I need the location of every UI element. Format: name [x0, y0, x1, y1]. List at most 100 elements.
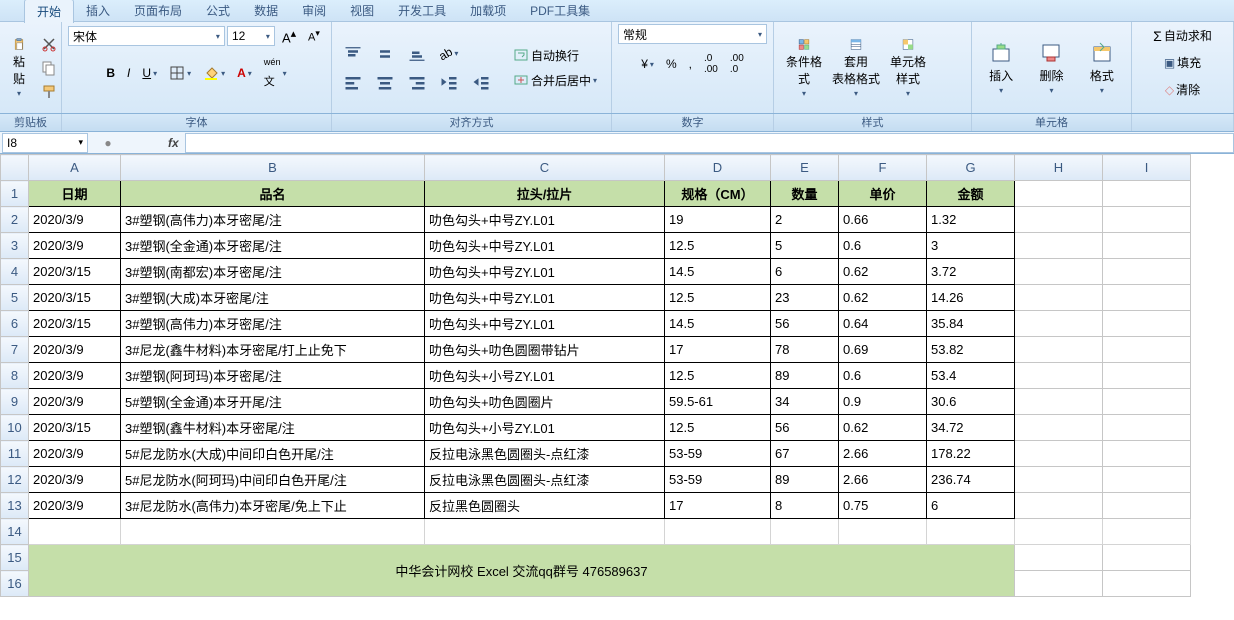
percent-button[interactable]: %: [661, 54, 682, 74]
orientation-button[interactable]: ab▾: [434, 44, 463, 64]
data-cell[interactable]: 2020/3/15: [29, 285, 121, 311]
empty-cell[interactable]: [839, 519, 927, 545]
empty-cell[interactable]: [927, 519, 1015, 545]
data-cell[interactable]: 3#尼龙(鑫牛材料)本牙密尾/打上止免下: [121, 337, 425, 363]
data-cell[interactable]: 3#塑钢(高伟力)本牙密尾/注: [121, 207, 425, 233]
data-cell[interactable]: 89: [771, 467, 839, 493]
font-size-select[interactable]: ▾: [227, 26, 275, 46]
col-header-A[interactable]: A: [29, 155, 121, 181]
format-painter-button[interactable]: [36, 81, 62, 103]
merge-center-button[interactable]: 合并后居中▾: [508, 69, 602, 92]
align-center-button[interactable]: [370, 69, 400, 95]
data-cell[interactable]: 3#塑钢(大成)本牙密尾/注: [121, 285, 425, 311]
data-cell[interactable]: 叻色勾头+叻色圆圈带钻片: [425, 337, 665, 363]
row-header-2[interactable]: 2: [1, 207, 29, 233]
data-cell[interactable]: 14.5: [665, 311, 771, 337]
data-cell[interactable]: 56: [771, 311, 839, 337]
data-cell[interactable]: 12.5: [665, 233, 771, 259]
table-header-cell[interactable]: 数量: [771, 181, 839, 207]
number-format-input[interactable]: [623, 27, 754, 41]
data-cell[interactable]: 17: [665, 493, 771, 519]
data-cell[interactable]: 3#塑钢(全金通)本牙密尾/注: [121, 233, 425, 259]
data-cell[interactable]: 53-59: [665, 441, 771, 467]
wrap-text-button[interactable]: 自动换行: [508, 44, 602, 67]
row-header-15[interactable]: 15: [1, 545, 29, 571]
data-cell[interactable]: 反拉电泳黑色圆圈头-点红漆: [425, 467, 665, 493]
data-cell[interactable]: 0.62: [839, 415, 927, 441]
data-cell[interactable]: 3: [927, 233, 1015, 259]
data-cell[interactable]: 3#塑钢(阿珂玛)本牙密尾/注: [121, 363, 425, 389]
data-cell[interactable]: 2.66: [839, 467, 927, 493]
row-header-11[interactable]: 11: [1, 441, 29, 467]
data-cell[interactable]: 12.5: [665, 285, 771, 311]
copy-button[interactable]: [36, 57, 62, 79]
table-header-cell[interactable]: 品名: [121, 181, 425, 207]
data-cell[interactable]: 2020/3/15: [29, 311, 121, 337]
data-cell[interactable]: 56: [771, 415, 839, 441]
data-cell[interactable]: 2020/3/9: [29, 233, 121, 259]
data-cell[interactable]: 3#塑钢(南都宏)本牙密尾/注: [121, 259, 425, 285]
ribbon-tab-5[interactable]: 审阅: [290, 0, 338, 22]
data-cell[interactable]: 2020/3/15: [29, 259, 121, 285]
increase-decimal-button[interactable]: .0.00: [699, 50, 723, 78]
data-cell[interactable]: 6: [771, 259, 839, 285]
col-header-F[interactable]: F: [839, 155, 927, 181]
data-cell[interactable]: 2020/3/9: [29, 467, 121, 493]
ribbon-tab-6[interactable]: 视图: [338, 0, 386, 22]
data-cell[interactable]: 叻色勾头+小号ZY.L01: [425, 415, 665, 441]
align-middle-button[interactable]: [370, 41, 400, 67]
data-cell[interactable]: 59.5-61: [665, 389, 771, 415]
data-cell[interactable]: 2020/3/9: [29, 337, 121, 363]
data-cell[interactable]: 0.6: [839, 363, 927, 389]
grow-font-button[interactable]: A▴: [277, 24, 301, 48]
col-header-I[interactable]: I: [1103, 155, 1191, 181]
sheet-grid[interactable]: ABCDEFGHI1日期品名拉头/拉片规格（CM）数量单价金额22020/3/9…: [0, 154, 1191, 597]
fill-button[interactable]: ▣填充: [1159, 51, 1206, 74]
ribbon-tab-3[interactable]: 公式: [194, 0, 242, 22]
data-cell[interactable]: 0.66: [839, 207, 927, 233]
formula-input[interactable]: [185, 133, 1234, 153]
row-header-7[interactable]: 7: [1, 337, 29, 363]
data-cell[interactable]: 67: [771, 441, 839, 467]
data-cell[interactable]: 0.62: [839, 285, 927, 311]
data-cell[interactable]: 236.74: [927, 467, 1015, 493]
data-cell[interactable]: 叻色勾头+中号ZY.L01: [425, 207, 665, 233]
data-cell[interactable]: 反拉黑色圆圈头: [425, 493, 665, 519]
data-cell[interactable]: 34: [771, 389, 839, 415]
data-cell[interactable]: 19: [665, 207, 771, 233]
data-cell[interactable]: 1.32: [927, 207, 1015, 233]
comma-button[interactable]: ,: [684, 54, 697, 74]
clear-button[interactable]: ◇清除: [1160, 78, 1205, 101]
font-size-input[interactable]: [232, 29, 262, 43]
worksheet[interactable]: ABCDEFGHI1日期品名拉头/拉片规格（CM）数量单价金额22020/3/9…: [0, 154, 1234, 597]
autosum-button[interactable]: Σ自动求和: [1148, 24, 1217, 47]
empty-cell[interactable]: [29, 519, 121, 545]
data-cell[interactable]: 叻色勾头+中号ZY.L01: [425, 259, 665, 285]
data-cell[interactable]: 2020/3/9: [29, 207, 121, 233]
data-cell[interactable]: 0.69: [839, 337, 927, 363]
data-cell[interactable]: 0.75: [839, 493, 927, 519]
data-cell[interactable]: 78: [771, 337, 839, 363]
data-cell[interactable]: 2020/3/9: [29, 389, 121, 415]
align-top-button[interactable]: [338, 41, 368, 67]
footer-cell[interactable]: 中华会计网校 Excel 交流qq群号 476589637: [29, 545, 1015, 597]
data-cell[interactable]: 3#塑钢(高伟力)本牙密尾/注: [121, 311, 425, 337]
data-cell[interactable]: 叻色勾头+中号ZY.L01: [425, 233, 665, 259]
data-cell[interactable]: 12.5: [665, 415, 771, 441]
data-cell[interactable]: 178.22: [927, 441, 1015, 467]
row-header-12[interactable]: 12: [1, 467, 29, 493]
row-header-10[interactable]: 10: [1, 415, 29, 441]
align-left-button[interactable]: [338, 69, 368, 95]
data-cell[interactable]: 叻色勾头+叻色圆圈片: [425, 389, 665, 415]
row-header-4[interactable]: 4: [1, 259, 29, 285]
empty-cell[interactable]: [1015, 519, 1103, 545]
data-cell[interactable]: 53.4: [927, 363, 1015, 389]
row-header-14[interactable]: 14: [1, 519, 29, 545]
col-header-C[interactable]: C: [425, 155, 665, 181]
data-cell[interactable]: 2020/3/15: [29, 415, 121, 441]
data-cell[interactable]: 叻色勾头+中号ZY.L01: [425, 311, 665, 337]
data-cell[interactable]: 14.5: [665, 259, 771, 285]
data-cell[interactable]: 89: [771, 363, 839, 389]
currency-button[interactable]: ¥▾: [636, 54, 659, 74]
ribbon-tab-0[interactable]: 开始: [24, 0, 74, 23]
